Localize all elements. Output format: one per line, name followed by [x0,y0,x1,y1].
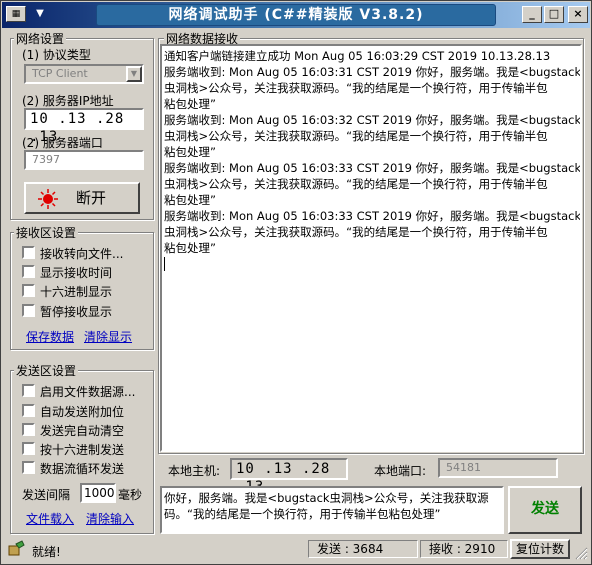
network-settings-title: 网络设置 [14,30,67,47]
protocol-value: TCP Client [32,67,88,80]
send-lines: 你好，服务端。我是<bugstack虫洞栈>公众号，关注我获取源 码。“我的结尾… [164,490,489,522]
receive-settings-title: 接收区设置 [14,224,79,241]
file-source-label: 启用文件数据源... [40,385,136,399]
recv-line: 虫洞栈>公众号，关注我获取源码。“我的结尾是一个换行符，用于传输半包 [164,129,548,143]
send-button[interactable]: 发送 [508,486,582,534]
recv-line: 通知客户端链接建立成功 Mon Aug 05 16:03:29 CST 2019… [164,49,551,63]
hex-send-label: 按十六进制发送 [40,443,125,457]
auto-clear-label: 发送完自动清空 [40,424,125,438]
pause-display-checkbox[interactable] [22,304,35,317]
clear-display-link[interactable]: 清除显示 [84,328,132,345]
recv-line: 虫洞栈>公众号，关注我获取源码。“我的结尾是一个换行符，用于传输半包 [164,177,548,191]
local-port-field: 54181 [438,458,558,478]
maximize-button[interactable]: □ [544,6,564,23]
show-recv-time-checkbox[interactable] [22,265,35,278]
auto-clear-checkbox[interactable] [22,423,35,436]
local-host-field: 10 .13 .28 .13 [230,458,348,495]
send-interval-label: 发送间隔 [22,488,71,502]
file-source-checkbox[interactable] [22,384,35,397]
text-cursor [164,257,165,271]
recv-to-file-label: 接收转向文件... [40,247,124,261]
window-title: 网络调试助手 (C##精装版 V3.8.2) [96,4,496,26]
hex-display-label: 十六进制显示 [40,285,113,299]
chevron-down-icon[interactable]: ▼ [126,66,142,82]
send-textarea[interactable]: 你好，服务端。我是<bugstack虫洞栈>公众号，关注我获取源 码。“我的结尾… [160,486,504,534]
server-ip-label: (2) 服务器IP地址 [22,94,114,108]
send-line: 码。“我的结尾是一个换行符，用于传输半包粘包处理” [164,507,441,521]
recv-line: 服务端收到: Mon Aug 05 16:03:31 CST 2019 你好，服… [164,65,582,79]
status-text: 就绪! [32,545,61,559]
send-line: 你好，服务端。我是<bugstack虫洞栈>公众号，关注我获取源 [164,491,489,505]
recv-line: 粘包处理” [164,97,216,111]
receive-textarea[interactable]: 通知客户端链接建立成功 Mon Aug 05 16:03:29 CST 2019… [160,44,582,452]
minimize-button[interactable]: _ [522,6,542,23]
server-port-input[interactable]: 7397 [24,150,144,170]
recv-line: 服务端收到: Mon Aug 05 16:03:32 CST 2019 你好，服… [164,113,582,127]
loop-send-checkbox[interactable] [22,461,35,474]
server-port-label: (2) 服务器端口 [22,136,103,150]
recv-line: 服务端收到: Mon Aug 05 16:03:33 CST 2019 你好，服… [164,209,582,223]
sent-count: 发送 : 3684 [308,540,418,558]
hex-send-checkbox[interactable] [22,442,35,455]
recv-line: 虫洞栈>公众号，关注我获取源码。“我的结尾是一个换行符，用于传输半包 [164,225,548,239]
recv-line: 粘包处理” [164,241,216,255]
save-data-link[interactable]: 保存数据 [26,328,74,345]
receive-lines: 通知客户端链接建立成功 Mon Aug 05 16:03:29 CST 2019… [164,48,582,271]
app-icon[interactable]: ▦ [6,6,26,22]
send-settings-title: 发送区设置 [14,362,79,379]
send-interval-input[interactable]: 1000 [80,483,116,503]
protocol-select[interactable]: TCP Client ▼ [24,64,144,84]
auto-append-label: 自动发送附加位 [40,405,125,419]
server-ip-input[interactable]: 10 .13 .28 .13 [24,108,144,145]
local-host-label: 本地主机: [168,464,221,478]
auto-append-checkbox[interactable] [22,404,35,417]
local-port-label: 本地端口: [374,464,427,478]
local-port-value: 54181 [446,461,481,474]
received-count: 接收 : 2910 [420,540,508,558]
loop-send-label: 数据流循环发送 [40,462,125,476]
pause-display-label: 暂停接收显示 [40,305,113,319]
status-icon [8,540,26,558]
disconnect-button[interactable]: 断开 [24,182,140,214]
resize-grip-icon[interactable] [574,546,588,560]
system-menu-arrow-icon[interactable]: ▼ [32,6,48,22]
recv-line: 虫洞栈>公众号，关注我获取源码。“我的结尾是一个换行符，用于传输半包 [164,81,548,95]
disconnect-label: 断开 [76,189,107,207]
hex-display-checkbox[interactable] [22,284,35,297]
close-button[interactable]: × [568,6,588,23]
protocol-label: (1) 协议类型 [22,48,91,62]
recv-line: 服务端收到: Mon Aug 05 16:03:33 CST 2019 你好，服… [164,161,582,175]
show-recv-time-label: 显示接收时间 [40,266,113,280]
recv-line: 粘包处理” [164,145,216,159]
server-port-value: 7397 [32,153,60,166]
clear-input-link[interactable]: 清除输入 [86,510,134,527]
load-file-link[interactable]: 文件载入 [26,510,74,527]
reset-count-button[interactable]: 复位计数 [510,539,570,559]
connection-indicator-icon [38,189,58,209]
recv-line: 粘包处理” [164,193,216,207]
send-interval-unit: 毫秒 [118,488,143,502]
recv-to-file-checkbox[interactable] [22,246,35,259]
